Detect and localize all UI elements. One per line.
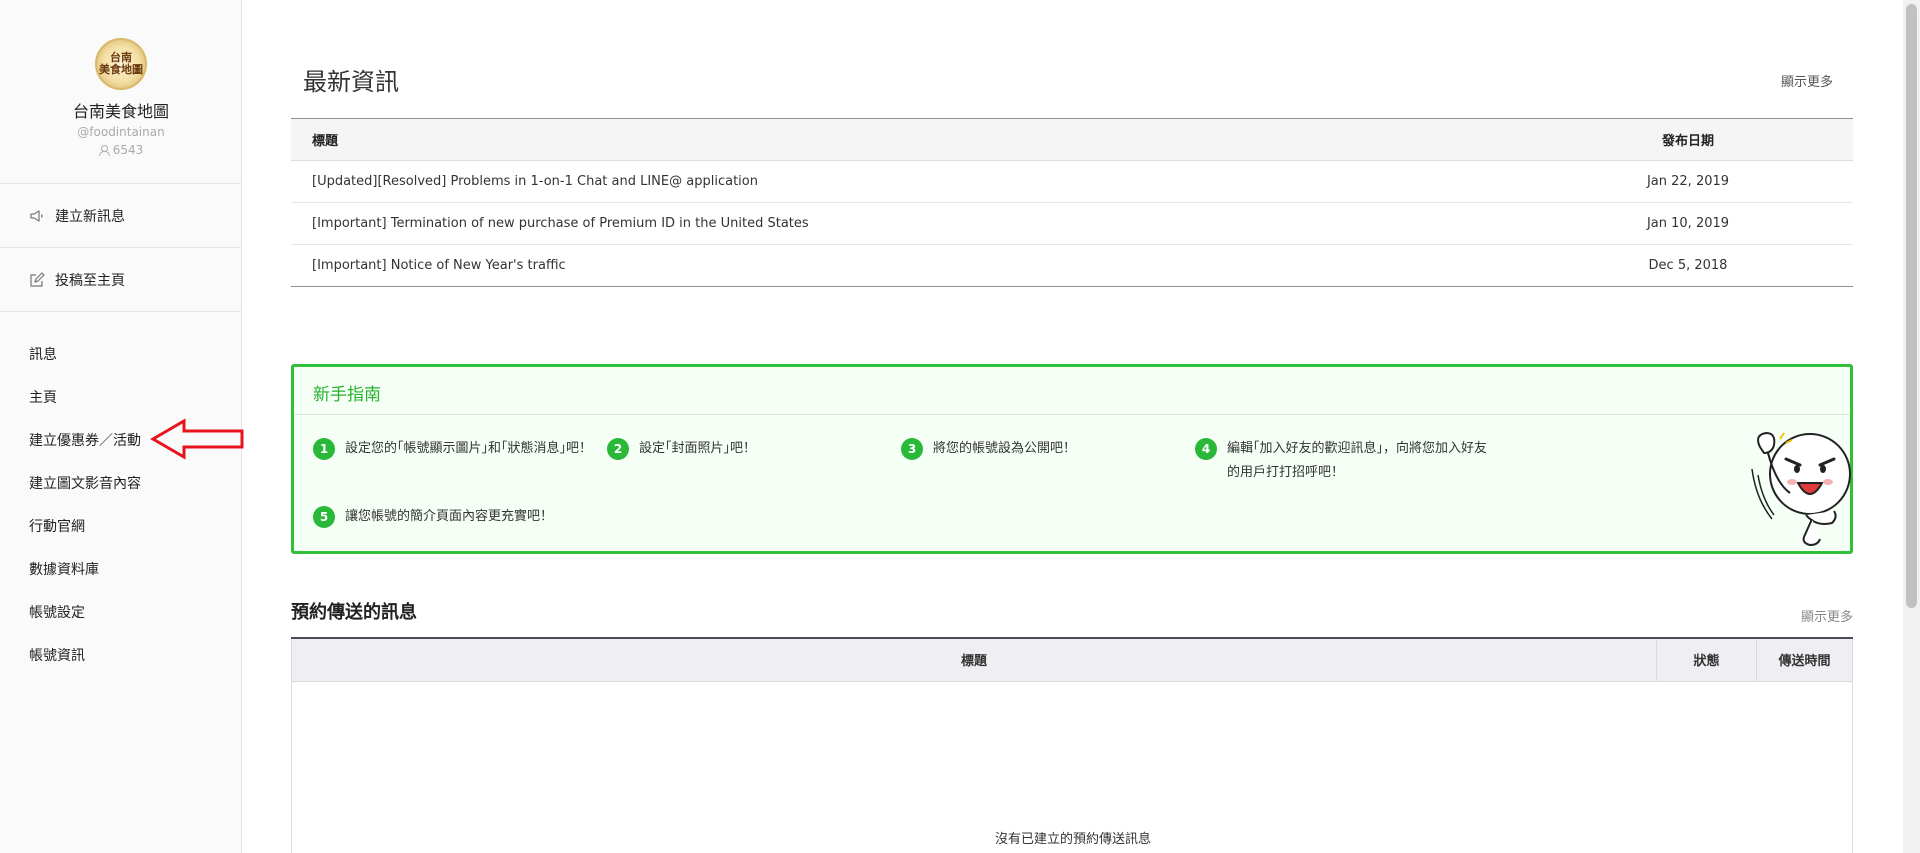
guide-title: 新手指南 bbox=[313, 385, 381, 405]
app-root: 台南 美食地圖 台南美食地圖 @foodintainan 6543 建立新訊息 bbox=[0, 0, 1920, 853]
sidebar-item-mobile-site[interactable]: 行動官網 bbox=[0, 504, 241, 547]
column-header-status: 狀態 bbox=[1656, 638, 1757, 682]
sidebar-item-insights[interactable]: 數據資料庫 bbox=[0, 547, 241, 590]
edit-icon bbox=[30, 271, 45, 287]
column-header-send-time: 傳送時間 bbox=[1756, 638, 1853, 682]
sidebar-nav: 訊息 主頁 建立優惠券／活動 建立圖文影音內容 行動官網 數據資料庫 帳號設定 … bbox=[0, 312, 241, 676]
scheduled-empty-state: 沒有已建立的預約傳送訊息 bbox=[291, 681, 1853, 853]
person-icon bbox=[98, 145, 110, 156]
step-number-badge: 2 bbox=[607, 438, 629, 460]
sidebar-item-rich-content[interactable]: 建立圖文影音內容 bbox=[0, 461, 241, 504]
news-header-row: 標題 發布日期 bbox=[291, 118, 1853, 161]
column-header-title: 標題 bbox=[291, 118, 1523, 161]
scheduled-messages-title: 預約傳送的訊息 bbox=[291, 602, 417, 623]
account-name: 台南美食地圖 bbox=[72, 102, 169, 121]
annotation-arrow-icon bbox=[150, 418, 244, 460]
beginner-guide: 新手指南 1 設定您的｢帳號顯示圖片｣和｢狀態消息｣吧！ 2 設定｢封面照片｣吧… bbox=[291, 364, 1853, 554]
avatar-logo: 台南 美食地圖 bbox=[99, 51, 143, 76]
sidebar-item-home[interactable]: 主頁 bbox=[0, 375, 241, 418]
guide-step-3[interactable]: 3 將您的帳號設為公開吧！ bbox=[901, 437, 1076, 461]
column-header-date: 發布日期 bbox=[1523, 118, 1853, 161]
guide-divider bbox=[294, 414, 1850, 415]
avatar[interactable]: 台南 美食地圖 bbox=[95, 38, 147, 90]
sidebar-item-account-info[interactable]: 帳號資訊 bbox=[0, 633, 241, 676]
column-header-title: 標題 bbox=[291, 638, 1657, 682]
guide-step-2[interactable]: 2 設定｢封面照片｣吧！ bbox=[607, 437, 756, 461]
sidebar-item-account-settings[interactable]: 帳號設定 bbox=[0, 590, 241, 633]
scheduled-more-link[interactable]: 顯示更多 bbox=[1801, 606, 1853, 625]
news-date-cell: Jan 22, 2019 bbox=[1523, 160, 1853, 203]
megaphone-icon bbox=[30, 209, 43, 222]
post-to-home-button[interactable]: 投稿至主頁 bbox=[0, 248, 241, 312]
account-profile: 台南 美食地圖 台南美食地圖 @foodintainan 6543 bbox=[0, 0, 241, 184]
news-title-cell[interactable]: [Important] Notice of New Year's traffic bbox=[291, 245, 1523, 287]
scrollbar-thumb[interactable] bbox=[1906, 4, 1917, 608]
step-number-badge: 5 bbox=[313, 506, 335, 528]
scheduled-table: 標題 狀態 傳送時間 bbox=[291, 637, 1853, 682]
news-table: 標題 發布日期 [Updated][Resolved] Problems in … bbox=[291, 118, 1853, 287]
news-date-cell: Dec 5, 2018 bbox=[1648, 258, 1728, 273]
news-date-cell: Jan 10, 2019 bbox=[1523, 202, 1853, 245]
follower-count: 6543 bbox=[0, 143, 242, 157]
sidebar-item-messages[interactable]: 訊息 bbox=[0, 332, 241, 375]
table-row[interactable]: [Updated][Resolved] Problems in 1-on-1 C… bbox=[291, 160, 1853, 203]
step-number-badge: 3 bbox=[901, 438, 923, 460]
mascot-character-icon bbox=[1751, 431, 1851, 547]
news-title-cell[interactable]: [Important] Termination of new purchase … bbox=[291, 202, 1523, 245]
table-row[interactable]: [Important] Notice of New Year's traffic… bbox=[291, 245, 1853, 287]
news-title-cell[interactable]: [Updated][Resolved] Problems in 1-on-1 C… bbox=[291, 160, 1523, 203]
page-scrollbar[interactable] bbox=[1903, 0, 1920, 853]
step-number-badge: 1 bbox=[313, 438, 335, 460]
empty-message: 沒有已建立的預約傳送訊息 bbox=[994, 832, 1151, 847]
create-message-button[interactable]: 建立新訊息 bbox=[0, 184, 241, 248]
table-row[interactable]: [Important] Termination of new purchase … bbox=[291, 202, 1853, 245]
guide-step-4[interactable]: 4 編輯｢加入好友的歡迎訊息｣，向將您加入好友 的用戶打打招呼吧！ bbox=[1195, 437, 1487, 485]
guide-step-1[interactable]: 1 設定您的｢帳號顯示圖片｣和｢狀態消息｣吧！ bbox=[313, 437, 592, 461]
account-id: @foodintainan bbox=[77, 125, 165, 139]
sidebar: 台南 美食地圖 台南美食地圖 @foodintainan 6543 建立新訊息 bbox=[0, 0, 244, 853]
news-title: 最新資訊 bbox=[303, 68, 399, 96]
step-number-badge: 4 bbox=[1195, 438, 1217, 460]
scheduled-header-row: 標題 狀態 傳送時間 bbox=[291, 638, 1853, 682]
news-more-link[interactable]: 顯示更多 bbox=[1781, 71, 1833, 90]
guide-step-5[interactable]: 5 讓您帳號的簡介頁面內容更充實吧！ bbox=[313, 505, 553, 529]
